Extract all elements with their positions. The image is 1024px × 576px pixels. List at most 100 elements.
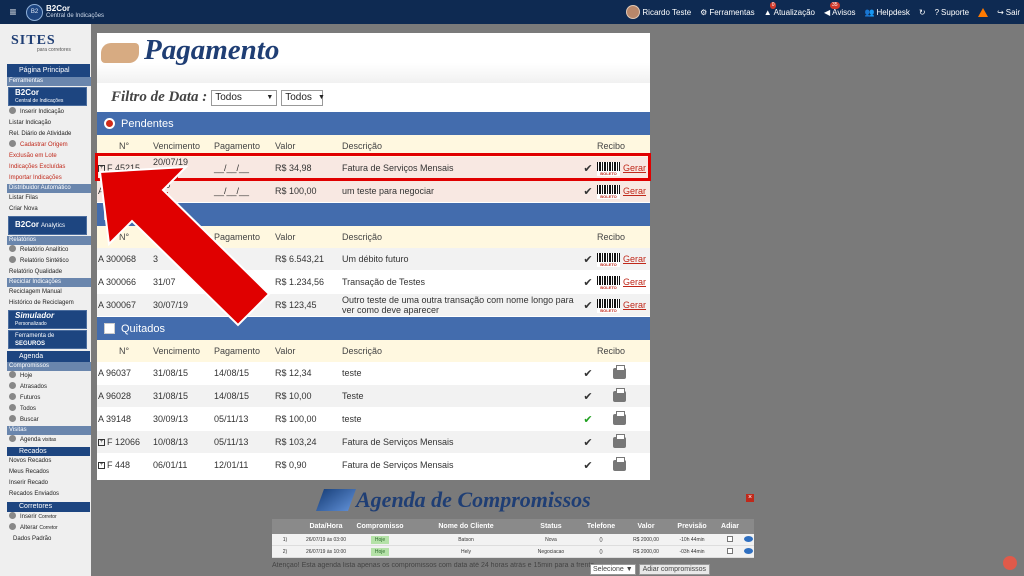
- close-icon[interactable]: ×: [746, 494, 754, 502]
- alert-icon: ▲: [763, 7, 772, 17]
- barcode-icon[interactable]: [597, 184, 620, 199]
- date-filter-select-2[interactable]: Todos ▼: [281, 89, 325, 106]
- seguros-b: SEGUROS: [15, 340, 46, 347]
- chart-icon: [9, 256, 16, 263]
- helpdesk-link[interactable]: 👥 Helpdesk: [865, 8, 910, 17]
- barcode-icon[interactable]: [597, 252, 620, 267]
- sites-logo[interactable]: SITES para corretores: [0, 24, 91, 62]
- cell-recibo: [597, 456, 649, 471]
- table-row: + F 12066 10/08/13 05/11/13 R$ 103,24 Fatura …: [97, 431, 650, 454]
- sidebar-section-distribuidor: Distribuidor Automático: [7, 184, 91, 193]
- sidebar-item-todos[interactable]: Todos: [0, 404, 91, 415]
- sidebar-item-dados-padrao[interactable]: Dados Padrão: [0, 534, 91, 545]
- menu-icon[interactable]: ≡: [0, 5, 26, 19]
- column-header: Vencimento: [153, 231, 201, 242]
- barcode-icon[interactable]: [597, 275, 620, 290]
- cell-numero: + F 448: [97, 460, 153, 470]
- barcode-icon[interactable]: [597, 298, 620, 313]
- sidebar-item-criar-nova[interactable]: Criar Nova: [0, 204, 91, 215]
- check-icon: ✔: [583, 185, 593, 198]
- agenda-column-header: Valor: [637, 523, 655, 530]
- sidebar-item-rel-diario[interactable]: Rel. Diário de Atividade: [0, 129, 91, 140]
- eye-icon[interactable]: [742, 535, 754, 544]
- cell-vencimento: 31/07: [153, 277, 214, 287]
- cell-descricao: Fatura de Serviços Mensais: [342, 437, 454, 447]
- adiar-select[interactable]: Selecione ▼: [590, 564, 636, 575]
- sidebar-item-meus-recados[interactable]: Meus Recados: [0, 467, 91, 478]
- adiar-checkbox[interactable]: [718, 535, 742, 544]
- table-row: A 96028 31/08/15 14/08/15 R$ 10,00 Teste ✔: [97, 385, 650, 408]
- gerar-link[interactable]: Gerar: [623, 186, 646, 196]
- cell-recibo: Gerar: [597, 298, 649, 313]
- sidebar-item-reciclagem-manual[interactable]: Reciclagem Manual: [0, 287, 91, 298]
- check-icon: ✔: [583, 299, 593, 312]
- expand-icon[interactable]: +: [98, 461, 105, 469]
- sidebar-item-agenda-visitas[interactable]: Agenda visitas: [0, 435, 91, 446]
- sidebar-item-inserir-recado[interactable]: Inserir Recado: [0, 478, 91, 489]
- cell-numero-text: A 300068: [98, 254, 137, 264]
- sidebar-item-listar-indicacao[interactable]: Listar Indicação: [0, 118, 91, 129]
- cell-valor: R$ 100,00: [275, 186, 317, 196]
- sidebar-item-historico-reciclagem[interactable]: Histórico de Reciclagem: [0, 298, 91, 309]
- chart-icon: [9, 245, 16, 252]
- sidebar-item-listar-filas[interactable]: Listar Filas: [0, 193, 91, 204]
- b2cor-banner[interactable]: B2Cor Central de Indicações: [8, 87, 87, 106]
- agenda-cell-status: Negociacao: [537, 548, 565, 555]
- notification-bell-icon[interactable]: [1003, 556, 1017, 570]
- adiar-checkbox[interactable]: [718, 547, 742, 556]
- sidebar-item-relatorio-qualidade[interactable]: Relatório Qualidade: [0, 267, 91, 278]
- printer-icon[interactable]: [613, 387, 626, 402]
- date-filter-select-1[interactable]: Todos ▼: [211, 89, 278, 106]
- cell-valor: R$ 123,45: [275, 300, 317, 310]
- sidebar-item-hoje[interactable]: Hoje: [0, 371, 91, 382]
- user-plus-icon: [9, 512, 16, 519]
- adiar-button[interactable]: Adiar compromissos: [638, 564, 711, 575]
- seguros-banner[interactable]: Ferramenta de SEGUROS: [8, 330, 87, 349]
- sidebar-item-alterar-corretor[interactable]: Alterar Corretor: [0, 523, 91, 534]
- sidebar-item-exclusao-lote[interactable]: Exclusão em Lote: [0, 151, 91, 162]
- ferramentas-link[interactable]: ⚙ Ferramentas: [700, 8, 755, 17]
- cell-pagamento: __/__/__: [214, 186, 250, 196]
- sidebar-item-inserir-corretor[interactable]: Inserir Corretor: [0, 512, 91, 523]
- sidebar-item-novos-recados[interactable]: Novos Recados: [0, 456, 91, 467]
- page-title: Pagamento: [144, 34, 280, 66]
- sidebar-item-relatorio-analitico[interactable]: Relatório Analítico: [0, 245, 91, 256]
- gerar-link[interactable]: Gerar: [623, 277, 646, 287]
- gerar-link[interactable]: Gerar: [623, 300, 646, 310]
- sidebar-item-futuros[interactable]: Futuros: [0, 393, 91, 404]
- refresh-button[interactable]: ↻: [919, 8, 926, 17]
- printer-icon[interactable]: [613, 456, 626, 471]
- sidebar-item-importar-indicacoes[interactable]: Importar Indicações: [0, 173, 91, 184]
- section-header[interactable]: [97, 203, 650, 226]
- section-header[interactable]: Quitados: [97, 317, 650, 340]
- analytics-banner[interactable]: B2Cor Analytics: [8, 216, 87, 235]
- sidebar-item-relatorio-sintetico[interactable]: Relatório Sintético: [0, 256, 91, 267]
- atualizacao-link[interactable]: ▲ 0 Atualização: [763, 1, 815, 17]
- sidebar-item-cadastrar-origem[interactable]: Cadastrar Origem: [0, 140, 91, 151]
- user-menu[interactable]: Ricardo Teste: [626, 5, 691, 19]
- printer-icon[interactable]: [613, 433, 626, 448]
- helpdesk-label: Helpdesk: [876, 7, 910, 17]
- cell-vencimento-text: 31/08/15: [153, 367, 189, 378]
- expand-icon[interactable]: +: [98, 438, 105, 446]
- sidebar-item-indicacoes-excluidas[interactable]: Indicações Excluídas: [0, 162, 91, 173]
- simulador-banner[interactable]: Simulador Personalizado: [8, 310, 87, 329]
- sidebar-item-atrasados[interactable]: Atrasados: [0, 382, 91, 393]
- sidebar-section-agenda: Agenda: [7, 351, 90, 362]
- section-header[interactable]: Pendentes: [97, 112, 650, 135]
- sidebar-item-inserir-indicacao[interactable]: Inserir Indicação: [0, 107, 91, 118]
- eye-icon[interactable]: [742, 547, 754, 556]
- sidebar-item-recados-enviados[interactable]: Recados Enviados: [0, 489, 91, 500]
- logo-title: B2Cor: [46, 3, 71, 13]
- avisos-link[interactable]: ◀ 35 Avisos: [824, 1, 856, 17]
- b2cor-banner-sub: Central de Indicações: [15, 97, 64, 104]
- warning-button[interactable]: [978, 7, 989, 17]
- gerar-link[interactable]: Gerar: [623, 254, 646, 264]
- suporte-link[interactable]: ? Suporte: [935, 8, 969, 17]
- printer-icon[interactable]: [613, 410, 626, 425]
- printer-icon[interactable]: [613, 364, 626, 379]
- sidebar-item-buscar[interactable]: Buscar: [0, 415, 91, 426]
- sair-link[interactable]: ↪ Sair: [997, 8, 1020, 17]
- b2cor-logo[interactable]: B2 B2Cor Central de Indicações: [26, 3, 104, 21]
- sidebar-pagina-principal[interactable]: Página Principal: [7, 64, 90, 77]
